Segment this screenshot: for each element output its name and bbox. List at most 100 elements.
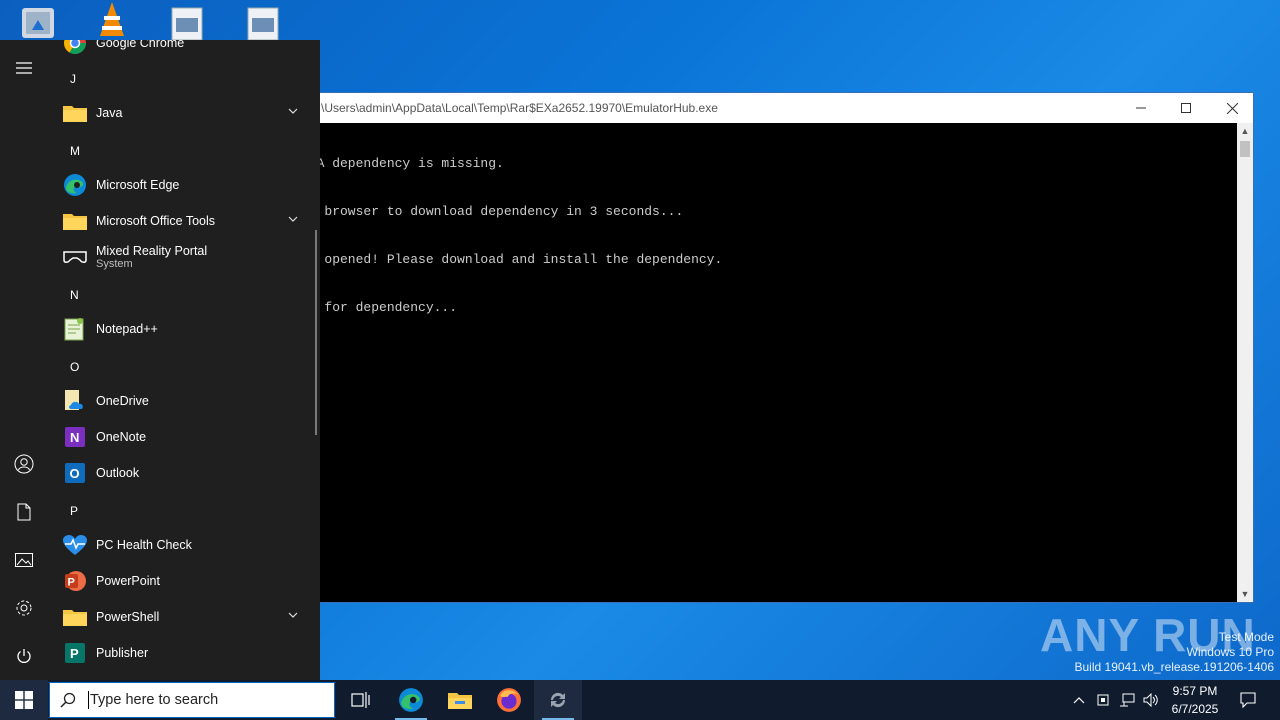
console-window[interactable]: \Users\admin\AppData\Local\Temp\Rar$EXa2… (300, 92, 1254, 603)
app-java[interactable]: Java (58, 95, 312, 131)
network-icon[interactable] (1116, 680, 1138, 720)
section-letter[interactable]: J (70, 72, 76, 86)
taskbar-firefox[interactable] (485, 680, 533, 720)
search-placeholder: Type here to search (90, 692, 219, 708)
onedrive-icon (62, 388, 88, 414)
chrome-icon (62, 40, 88, 56)
app-label: Publisher (96, 646, 149, 660)
svg-text:O: O (70, 466, 80, 481)
app-label: Outlook (96, 466, 140, 480)
clock-time: 9:57 PM (1172, 684, 1218, 698)
file-explorer-icon (448, 693, 472, 709)
folder-icon (62, 208, 88, 234)
recycle-bin-icon[interactable] (18, 0, 58, 40)
close-button[interactable] (1209, 93, 1255, 123)
minimize-button[interactable] (1118, 93, 1164, 123)
app-outlook[interactable]: O Outlook (58, 455, 312, 491)
chevron-down-icon[interactable] (288, 105, 298, 117)
app-onenote[interactable]: N OneNote (58, 419, 312, 455)
folder-icon (62, 604, 88, 630)
app-publisher[interactable]: P Publisher (58, 635, 312, 671)
settings-icon[interactable] (0, 584, 48, 632)
chevron-down-icon[interactable] (288, 609, 298, 621)
app-label: Mixed Reality Portal (96, 244, 208, 258)
image-file-icon[interactable] (244, 0, 284, 41)
scroll-down-arrow-icon[interactable]: ▼ (1237, 586, 1253, 602)
app-powerpoint[interactable]: P PowerPoint (58, 563, 312, 599)
app-label: Microsoft Office Tools (96, 214, 216, 228)
power-icon[interactable] (0, 632, 48, 680)
app-label: PC Health Check (96, 538, 192, 552)
taskbar-emulatorhub[interactable] (534, 680, 582, 720)
svg-text:N: N (70, 430, 79, 445)
section-letter[interactable]: M (70, 144, 80, 158)
chevron-down-icon[interactable] (288, 213, 298, 225)
app-notepadpp[interactable]: Notepad++ (58, 311, 312, 347)
powerpoint-icon: P (62, 568, 88, 594)
image-file-icon[interactable] (168, 0, 208, 41)
app-text: Mixed Reality Portal System (96, 244, 207, 270)
console-output[interactable]: : A dependency is missing. ng browser to… (301, 123, 1237, 602)
app-label: OneDrive (96, 394, 149, 408)
edge-icon (62, 172, 88, 198)
search-icon (60, 692, 76, 708)
pictures-icon[interactable] (0, 536, 48, 584)
task-view-button[interactable] (336, 680, 384, 720)
volume-icon[interactable] (1140, 680, 1162, 720)
svg-text:P: P (70, 646, 79, 661)
app-onedrive[interactable]: OneDrive (58, 383, 312, 419)
scroll-up-arrow-icon[interactable]: ▲ (1237, 123, 1253, 139)
taskbar-edge[interactable] (387, 680, 435, 720)
console-line: er opened! Please download and install t… (301, 252, 723, 267)
section-letter[interactable]: O (70, 360, 79, 374)
start-button[interactable] (0, 680, 48, 720)
app-label: Google Chrome (96, 40, 185, 50)
start-rail (0, 40, 48, 680)
text-cursor (88, 691, 89, 709)
vlc-icon[interactable] (92, 0, 132, 40)
onenote-icon: N (62, 424, 88, 450)
tray-device-icon[interactable] (1092, 680, 1114, 720)
console-line: : A dependency is missing. (301, 156, 504, 171)
show-hidden-icons-button[interactable] (1068, 680, 1090, 720)
taskbar-file-explorer[interactable] (436, 680, 484, 720)
task-view-icon (351, 692, 370, 708)
section-letter[interactable]: N (70, 288, 79, 302)
documents-icon[interactable] (0, 488, 48, 536)
notepadpp-icon (62, 316, 88, 342)
health-heart-icon (62, 532, 88, 558)
watermark-line: Test Mode (1218, 630, 1274, 644)
windows-logo-icon (15, 691, 33, 709)
edge-icon (399, 688, 423, 712)
watermark-line: Build 19041.vb_release.191206-1406 (1074, 660, 1275, 674)
app-microsoft-office-tools[interactable]: Microsoft Office Tools (58, 203, 312, 239)
taskbar-clock[interactable]: 9:57 PM 6/7/2025 (1160, 682, 1230, 718)
chevron-up-icon (1073, 697, 1085, 704)
app-powershell[interactable]: PowerShell (58, 599, 312, 635)
taskbar-search-box[interactable]: Type here to search (49, 682, 335, 718)
console-line: ng browser to download dependency in 3 s… (301, 204, 684, 219)
app-mixed-reality-portal[interactable]: Mixed Reality Portal System (58, 239, 312, 275)
console-titlebar[interactable]: \Users\admin\AppData\Local\Temp\Rar$EXa2… (301, 93, 1253, 123)
app-microsoft-edge[interactable]: Microsoft Edge (58, 167, 312, 203)
app-label: Notepad++ (96, 322, 158, 336)
publisher-icon: P (62, 640, 88, 666)
maximize-button[interactable] (1163, 93, 1209, 123)
app-pc-health-check[interactable]: PC Health Check (58, 527, 312, 563)
mixed-reality-icon (62, 244, 88, 270)
app-label: PowerPoint (96, 574, 160, 588)
app-label: OneNote (96, 430, 147, 444)
folder-icon (62, 100, 88, 126)
scrollbar-thumb[interactable] (1240, 141, 1250, 157)
system-watermark: Test Mode Windows 10 Pro Build 19041.vb_… (1075, 630, 1275, 675)
section-letter[interactable]: P (70, 504, 78, 518)
console-title: \Users\admin\AppData\Local\Temp\Rar$EXa2… (321, 101, 718, 115)
app-label: Microsoft Edge (96, 178, 180, 192)
start-menu-scrollbar[interactable] (315, 230, 317, 435)
console-scrollbar[interactable]: ▲ ▼ (1237, 123, 1253, 602)
menu-icon[interactable] (0, 44, 48, 92)
app-google-chrome[interactable]: Google Chrome (58, 40, 312, 61)
user-icon[interactable] (0, 440, 48, 488)
app-list[interactable]: Google Chrome J Java M Microsoft Edge Mi… (48, 40, 318, 680)
notifications-button[interactable] (1232, 680, 1264, 720)
